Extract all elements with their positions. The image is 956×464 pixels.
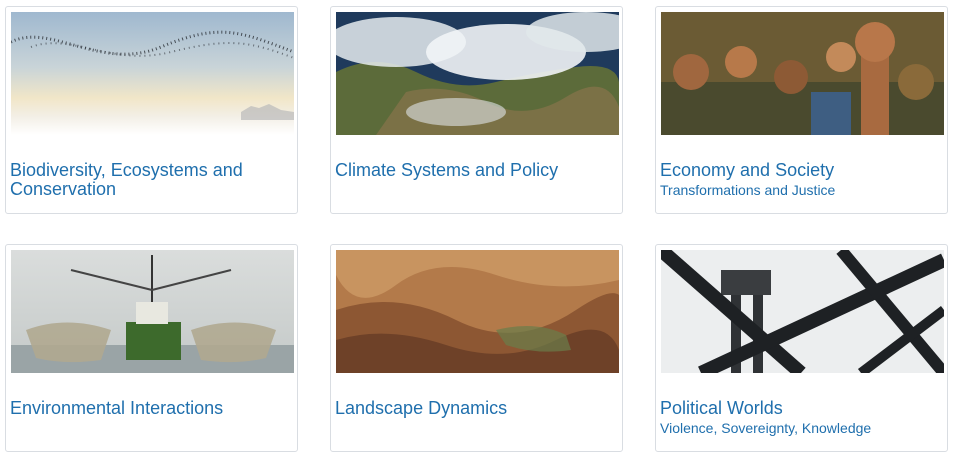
card-subtitle[interactable]: Violence, Sovereignty, Knowledge xyxy=(660,419,939,437)
topic-card-landscape[interactable]: Landscape Dynamics xyxy=(330,244,623,452)
watchtower-steel-photo[interactable] xyxy=(661,250,944,373)
satellite-clouds-photo[interactable] xyxy=(336,12,619,135)
fishing-trawler-photo[interactable] xyxy=(11,250,294,373)
topic-card-political[interactable]: Political Worlds Violence, Sovereignty, … xyxy=(655,244,948,452)
card-subtitle[interactable]: Transformations and Justice xyxy=(660,181,939,199)
card-title[interactable]: Landscape Dynamics xyxy=(335,399,614,418)
card-title[interactable]: Political Worlds Violence, Sovereignty, … xyxy=(660,399,939,437)
canyon-landscape-photo[interactable] xyxy=(336,250,619,373)
topic-card-climate[interactable]: Climate Systems and Policy xyxy=(330,6,623,214)
card-title[interactable]: Economy and Society Transformations and … xyxy=(660,161,939,199)
raised-fists-crowd-photo[interactable] xyxy=(661,12,944,135)
topic-card-economy[interactable]: Economy and Society Transformations and … xyxy=(655,6,948,214)
card-title[interactable]: Biodiversity, Ecosystems and Conservatio… xyxy=(10,161,289,199)
topic-card-environmental[interactable]: Environmental Interactions xyxy=(5,244,298,452)
card-title[interactable]: Environmental Interactions xyxy=(10,399,289,418)
topic-card-biodiversity[interactable]: Biodiversity, Ecosystems and Conservatio… xyxy=(5,6,298,214)
card-title[interactable]: Climate Systems and Policy xyxy=(335,161,614,180)
birds-sky-photo[interactable] xyxy=(11,12,294,135)
